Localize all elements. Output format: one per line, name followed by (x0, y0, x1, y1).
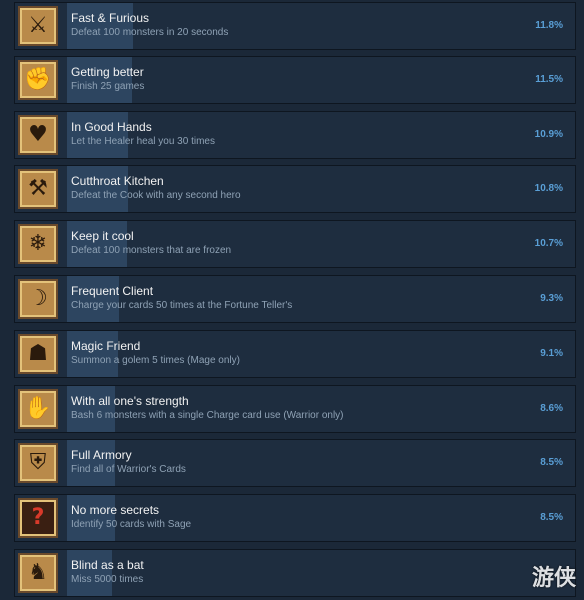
achievement-title: Keep it cool (71, 229, 134, 243)
achievement-row[interactable]: ❄ Keep it cool Defeat 100 monsters that … (14, 220, 576, 268)
achievement-title: Getting better (71, 65, 144, 79)
achievement-percent: 9.1% (540, 348, 563, 359)
achievement-percent: 8.5% (540, 512, 563, 523)
achievement-row[interactable]: ☽ Frequent Client Charge your cards 50 t… (14, 275, 576, 323)
achievement-row[interactable]: ☗ Magic Friend Summon a golem 5 times (M… (14, 330, 576, 378)
flexing-arm-icon: ✊ (18, 60, 58, 100)
achievement-description: Defeat 100 monsters in 20 seconds (71, 27, 229, 38)
achievement-description: Bash 6 monsters with a single Charge car… (71, 410, 344, 421)
question-card-icon: ? (18, 498, 58, 538)
achievement-title: Blind as a bat (71, 558, 144, 572)
achievement-percent: 9.3% (540, 293, 563, 304)
achievement-percent: 11.5% (535, 74, 563, 85)
achievement-row[interactable]: ♥ In Good Hands Let the Healer heal you … (14, 111, 576, 159)
achievement-description: Defeat the Cook with any second hero (71, 190, 241, 201)
achievement-description: Find all of Warrior's Cards (71, 464, 186, 475)
achievement-description: Miss 5000 times (71, 574, 144, 585)
achievement-title: With all one's strength (71, 394, 189, 408)
achievement-percent: 10.8% (534, 183, 563, 194)
achievement-title: In Good Hands (71, 120, 152, 134)
healing-pouch-icon: ♥ (18, 115, 58, 155)
achievement-title: Magic Friend (71, 339, 141, 353)
achievement-title: Full Armory (71, 448, 132, 462)
bash-fist-icon: ✋ (18, 389, 58, 429)
achievement-row[interactable]: ? No more secrets Identify 50 cards with… (14, 494, 576, 542)
frozen-monster-icon: ❄ (18, 224, 58, 264)
achievement-row[interactable]: ⚔ Fast & Furious Defeat 100 monsters in … (14, 2, 576, 50)
achievement-percent: 10.7% (534, 238, 563, 249)
cleaver-icon: ⚒ (18, 169, 58, 209)
achievement-description: Summon a golem 5 times (Mage only) (71, 355, 240, 366)
golem-icon: ☗ (18, 334, 58, 374)
achievement-title: Frequent Client (71, 284, 154, 298)
achievement-row[interactable]: ✊ Getting better Finish 25 games 11.5% (14, 56, 576, 104)
achievement-description: Identify 50 cards with Sage (71, 519, 192, 530)
achievement-description: Let the Healer heal you 30 times (71, 136, 215, 147)
bat-icon: ♞ (18, 553, 58, 593)
achievement-list: ⚔ Fast & Furious Defeat 100 monsters in … (0, 0, 584, 600)
site-watermark: 游侠 (531, 566, 576, 591)
achievement-title: No more secrets (71, 503, 160, 517)
achievement-row[interactable]: ⚒ Cutthroat Kitchen Defeat the Cook with… (14, 165, 576, 213)
achievement-row[interactable]: ♞ Blind as a bat Miss 5000 times (14, 549, 576, 597)
achievement-percent: 11.8% (535, 20, 563, 31)
achievement-percent: 10.9% (534, 129, 563, 140)
achievement-title: Cutthroat Kitchen (71, 174, 164, 188)
achievement-description: Defeat 100 monsters that are frozen (71, 245, 232, 256)
achievement-percent: 8.6% (540, 403, 563, 414)
running-hero-icon: ⚔ (18, 6, 58, 46)
achievement-description: Charge your cards 50 times at the Fortun… (71, 300, 293, 311)
achievement-percent: 8.5% (540, 457, 563, 468)
achievement-title: Fast & Furious (71, 11, 150, 25)
achievement-description: Finish 25 games (71, 81, 145, 92)
armory-shield-icon: ⛨ (18, 443, 58, 483)
achievement-row[interactable]: ✋ With all one's strength Bash 6 monster… (14, 385, 576, 433)
achievement-row[interactable]: ⛨ Full Armory Find all of Warrior's Card… (14, 439, 576, 487)
fortune-teller-icon: ☽ (18, 279, 58, 319)
